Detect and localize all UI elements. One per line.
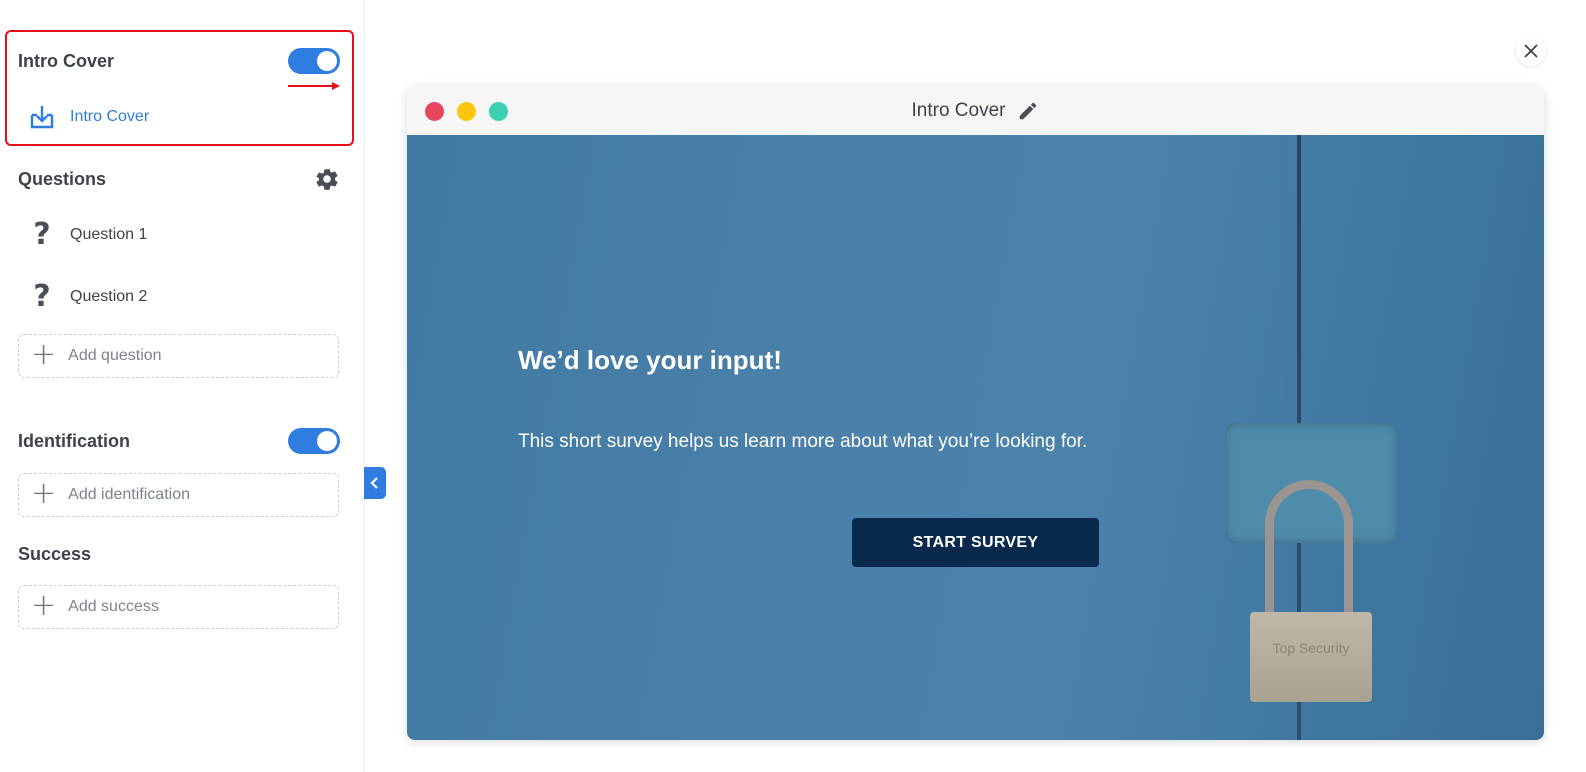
identification-toggle[interactable] (288, 428, 340, 454)
plus-icon: + (31, 476, 57, 511)
question-mark-icon: ? (33, 279, 51, 314)
toggle-knob (317, 51, 337, 71)
intro-cover-preview: Top Security We’d love your input! This … (407, 135, 1544, 740)
toggle-knob (317, 431, 337, 451)
window-titlebar: Intro Cover (407, 86, 1544, 135)
sidebar-item-question-2[interactable]: ? Question 2 (28, 282, 147, 312)
window-controls (425, 102, 508, 121)
gear-icon[interactable] (314, 166, 340, 192)
question-mark-icon: ? (33, 217, 51, 252)
plus-icon: + (31, 588, 57, 623)
questions-header: Questions (18, 166, 340, 192)
close-button[interactable] (1516, 36, 1546, 66)
pencil-icon[interactable] (1017, 100, 1039, 122)
cover-subtext: This short survey helps us learn more ab… (518, 431, 1088, 452)
padlock-image: Top Security (1250, 612, 1372, 702)
identification-header: Identification (18, 428, 340, 454)
intro-cover-title: Intro Cover (18, 50, 115, 71)
window-title: Intro Cover (912, 100, 1040, 122)
window-title-text: Intro Cover (911, 99, 1006, 121)
questions-title: Questions (18, 168, 107, 189)
window-minimize-dot[interactable] (457, 102, 476, 121)
padlock-label: Top Security (1272, 640, 1350, 656)
intro-cover-toggle[interactable] (288, 48, 340, 74)
close-icon (1524, 44, 1538, 58)
sidebar-item-intro-cover[interactable]: Intro Cover (28, 103, 149, 131)
download-tray-icon (30, 106, 54, 129)
sidebar-item-label: Question 2 (70, 288, 148, 305)
success-title: Success (18, 544, 92, 564)
intro-cover-header: Intro Cover (18, 48, 340, 74)
sidebar-item-label: Question 1 (70, 226, 148, 243)
window-maximize-dot[interactable] (489, 102, 508, 121)
chevron-left-icon (370, 477, 378, 489)
add-success-label: Add success (68, 598, 159, 615)
success-header: Success (18, 544, 340, 565)
red-arrow-annotation (288, 82, 340, 90)
window-close-dot[interactable] (425, 102, 444, 121)
sidebar: Intro Cover Intro Cover Questions ? Ques… (0, 0, 365, 772)
identification-title: Identification (18, 430, 130, 451)
add-question-button[interactable]: + Add question (18, 334, 339, 378)
add-success-button[interactable]: + Add success (18, 585, 339, 629)
collapse-sidebar-button[interactable] (364, 467, 386, 499)
cover-headline: We’d love your input! (518, 345, 782, 375)
add-question-label: Add question (68, 347, 162, 364)
sidebar-item-label: Intro Cover (70, 108, 150, 125)
sidebar-item-question-1[interactable]: ? Question 1 (28, 220, 147, 250)
padlock-shackle (1265, 480, 1353, 630)
add-identification-label: Add identification (68, 486, 190, 503)
add-identification-button[interactable]: + Add identification (18, 473, 339, 517)
start-survey-button[interactable]: START SURVEY (852, 518, 1099, 567)
preview-window: Intro Cover Top Security We’d love your … (407, 86, 1544, 740)
plus-icon: + (31, 337, 57, 372)
